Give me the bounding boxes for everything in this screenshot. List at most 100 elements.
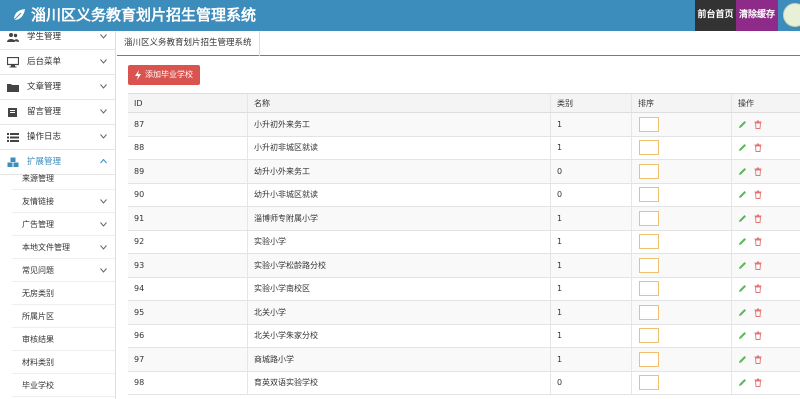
cell-category: 0 [550,160,631,183]
sidebar-subitem-no-house-category[interactable]: 无房类别 [12,282,115,305]
sort-input[interactable] [639,304,659,320]
sidebar-subitem-local-files[interactable]: 本地文件管理 [12,236,115,259]
chevron-down-icon [100,59,107,64]
avatar[interactable] [783,3,800,27]
sort-input[interactable] [639,257,659,273]
cell-category: 1 [550,254,631,277]
trash-icon[interactable] [754,378,762,388]
column-header-id[interactable]: ID [128,94,247,112]
sort-input[interactable] [639,187,659,203]
edit-icon[interactable] [738,237,747,246]
table-row: 89 幼升小外来务工 0 [128,160,800,184]
add-graduate-school-button[interactable]: 添加毕业学校 [128,65,200,85]
cell-name: 小升初非城区就读 [247,136,550,159]
trash-icon[interactable] [754,120,762,129]
edit-icon[interactable] [738,143,747,152]
edit-icon[interactable] [738,355,747,364]
edit-icon[interactable] [738,378,747,387]
edit-icon[interactable] [738,214,747,223]
sidebar-subitem-graduate-school[interactable]: 毕业学校 [12,374,115,397]
trash-icon[interactable] [754,237,762,247]
cell-name: 实验小学 [247,230,550,253]
sidebar-item-label: 后台菜单 [27,57,62,67]
sidebar-subitem-review-result[interactable]: 审核结果 [12,328,115,351]
leaf-icon [13,9,25,21]
trash-icon[interactable] [754,167,762,176]
sidebar-subitem-friend-links[interactable]: 友情链接 [12,190,115,213]
cell-sort [631,160,731,183]
sort-input[interactable] [639,116,659,132]
cell-id: 96 [134,331,145,341]
sidebar-subitem-label: 审核结果 [22,335,54,344]
sort-input[interactable] [639,281,659,297]
sidebar-subitem-material-category[interactable]: 材料类别 [12,351,115,374]
column-header-name[interactable]: 名称 [247,94,550,112]
sidebar-item-articles[interactable]: 文章管理 [0,75,115,100]
cell-id: 91 [134,213,145,223]
cell-name: 北关小学 [247,301,550,324]
sort-input[interactable] [639,163,659,179]
sidebar-item-students[interactable]: 学生管理 [0,31,115,50]
trash-icon[interactable] [754,308,762,317]
trash-icon[interactable] [754,261,762,270]
cell-actions [731,183,800,206]
trash-icon[interactable] [754,190,762,200]
sort-input[interactable] [639,351,659,367]
edit-icon[interactable] [738,261,747,270]
sidebar-subitem-label: 广告管理 [22,220,54,229]
edit-icon[interactable] [738,308,747,317]
edit-icon[interactable] [738,331,747,340]
sidebar-item-label: 文章管理 [27,82,62,92]
sort-input[interactable] [639,210,659,226]
sidebar-item-operation-log[interactable]: 操作日志 [0,125,115,150]
sidebar-subitem-faq[interactable]: 常见问题 [12,259,115,282]
sort-input[interactable] [639,140,659,156]
sidebar-item-backend-menu[interactable]: 后台菜单 [0,50,115,75]
cell-category: 0 [550,371,631,394]
cell-name: 实验小学南校区 [247,277,550,300]
sort-input[interactable] [639,328,659,344]
sidebar-subitem-ads[interactable]: 广告管理 [12,213,115,236]
cell-name: 小升初外来务工 [247,113,550,136]
chevron-down-icon [100,109,107,114]
chevron-down-icon [100,268,107,273]
clear-cache-button[interactable]: 清除缓存 [736,0,778,31]
edit-icon[interactable] [738,284,747,293]
tab-home[interactable]: 淄川区义务教育划片招生管理系统 [117,31,260,56]
table-row: 96 北关小学朱家分校 1 [128,324,800,348]
edit-icon[interactable] [738,120,747,129]
tab-bar: 淄川区义务教育划片招生管理系统 [117,31,800,56]
cell-name: 幼升小外来务工 [247,160,550,183]
sidebar-subitem-label: 无房类别 [22,289,54,298]
edit-icon[interactable] [738,190,747,199]
sidebar-subitem-source[interactable]: 来源管理 [12,167,115,190]
cell-id: 95 [134,307,145,317]
sidebar-item-messages[interactable]: 留言管理 [0,100,115,125]
cell-actions [731,254,800,277]
trash-icon[interactable] [754,214,762,223]
monitor-icon [7,57,19,68]
trash-icon[interactable] [754,143,762,153]
frontend-home-button[interactable]: 前台首页 [695,0,736,31]
edit-icon[interactable] [738,167,747,176]
cell-id: 93 [134,260,145,270]
cell-sort [631,324,731,347]
trash-icon[interactable] [754,331,762,341]
trash-icon[interactable] [754,355,762,364]
sidebar-subitem-district[interactable]: 所属片区 [12,305,115,328]
cell-sort [631,371,731,394]
cell-id: 94 [134,284,145,294]
cell-name: 幼升小非城区就读 [247,183,550,206]
app-title: 淄川区义务教育划片招生管理系统 [31,6,257,24]
column-header-sort[interactable]: 排序 [631,94,731,112]
cell-sort [631,230,731,253]
chevron-down-icon [100,34,107,39]
column-header-category[interactable]: 类别 [550,94,631,112]
cell-name: 实验小学松龄路分校 [247,254,550,277]
trash-icon[interactable] [754,284,762,294]
sidebar-subitem-label: 本地文件管理 [22,243,70,252]
sort-input[interactable] [639,375,659,391]
chevron-down-icon [100,84,107,89]
cell-actions [731,230,800,253]
sort-input[interactable] [639,234,659,250]
